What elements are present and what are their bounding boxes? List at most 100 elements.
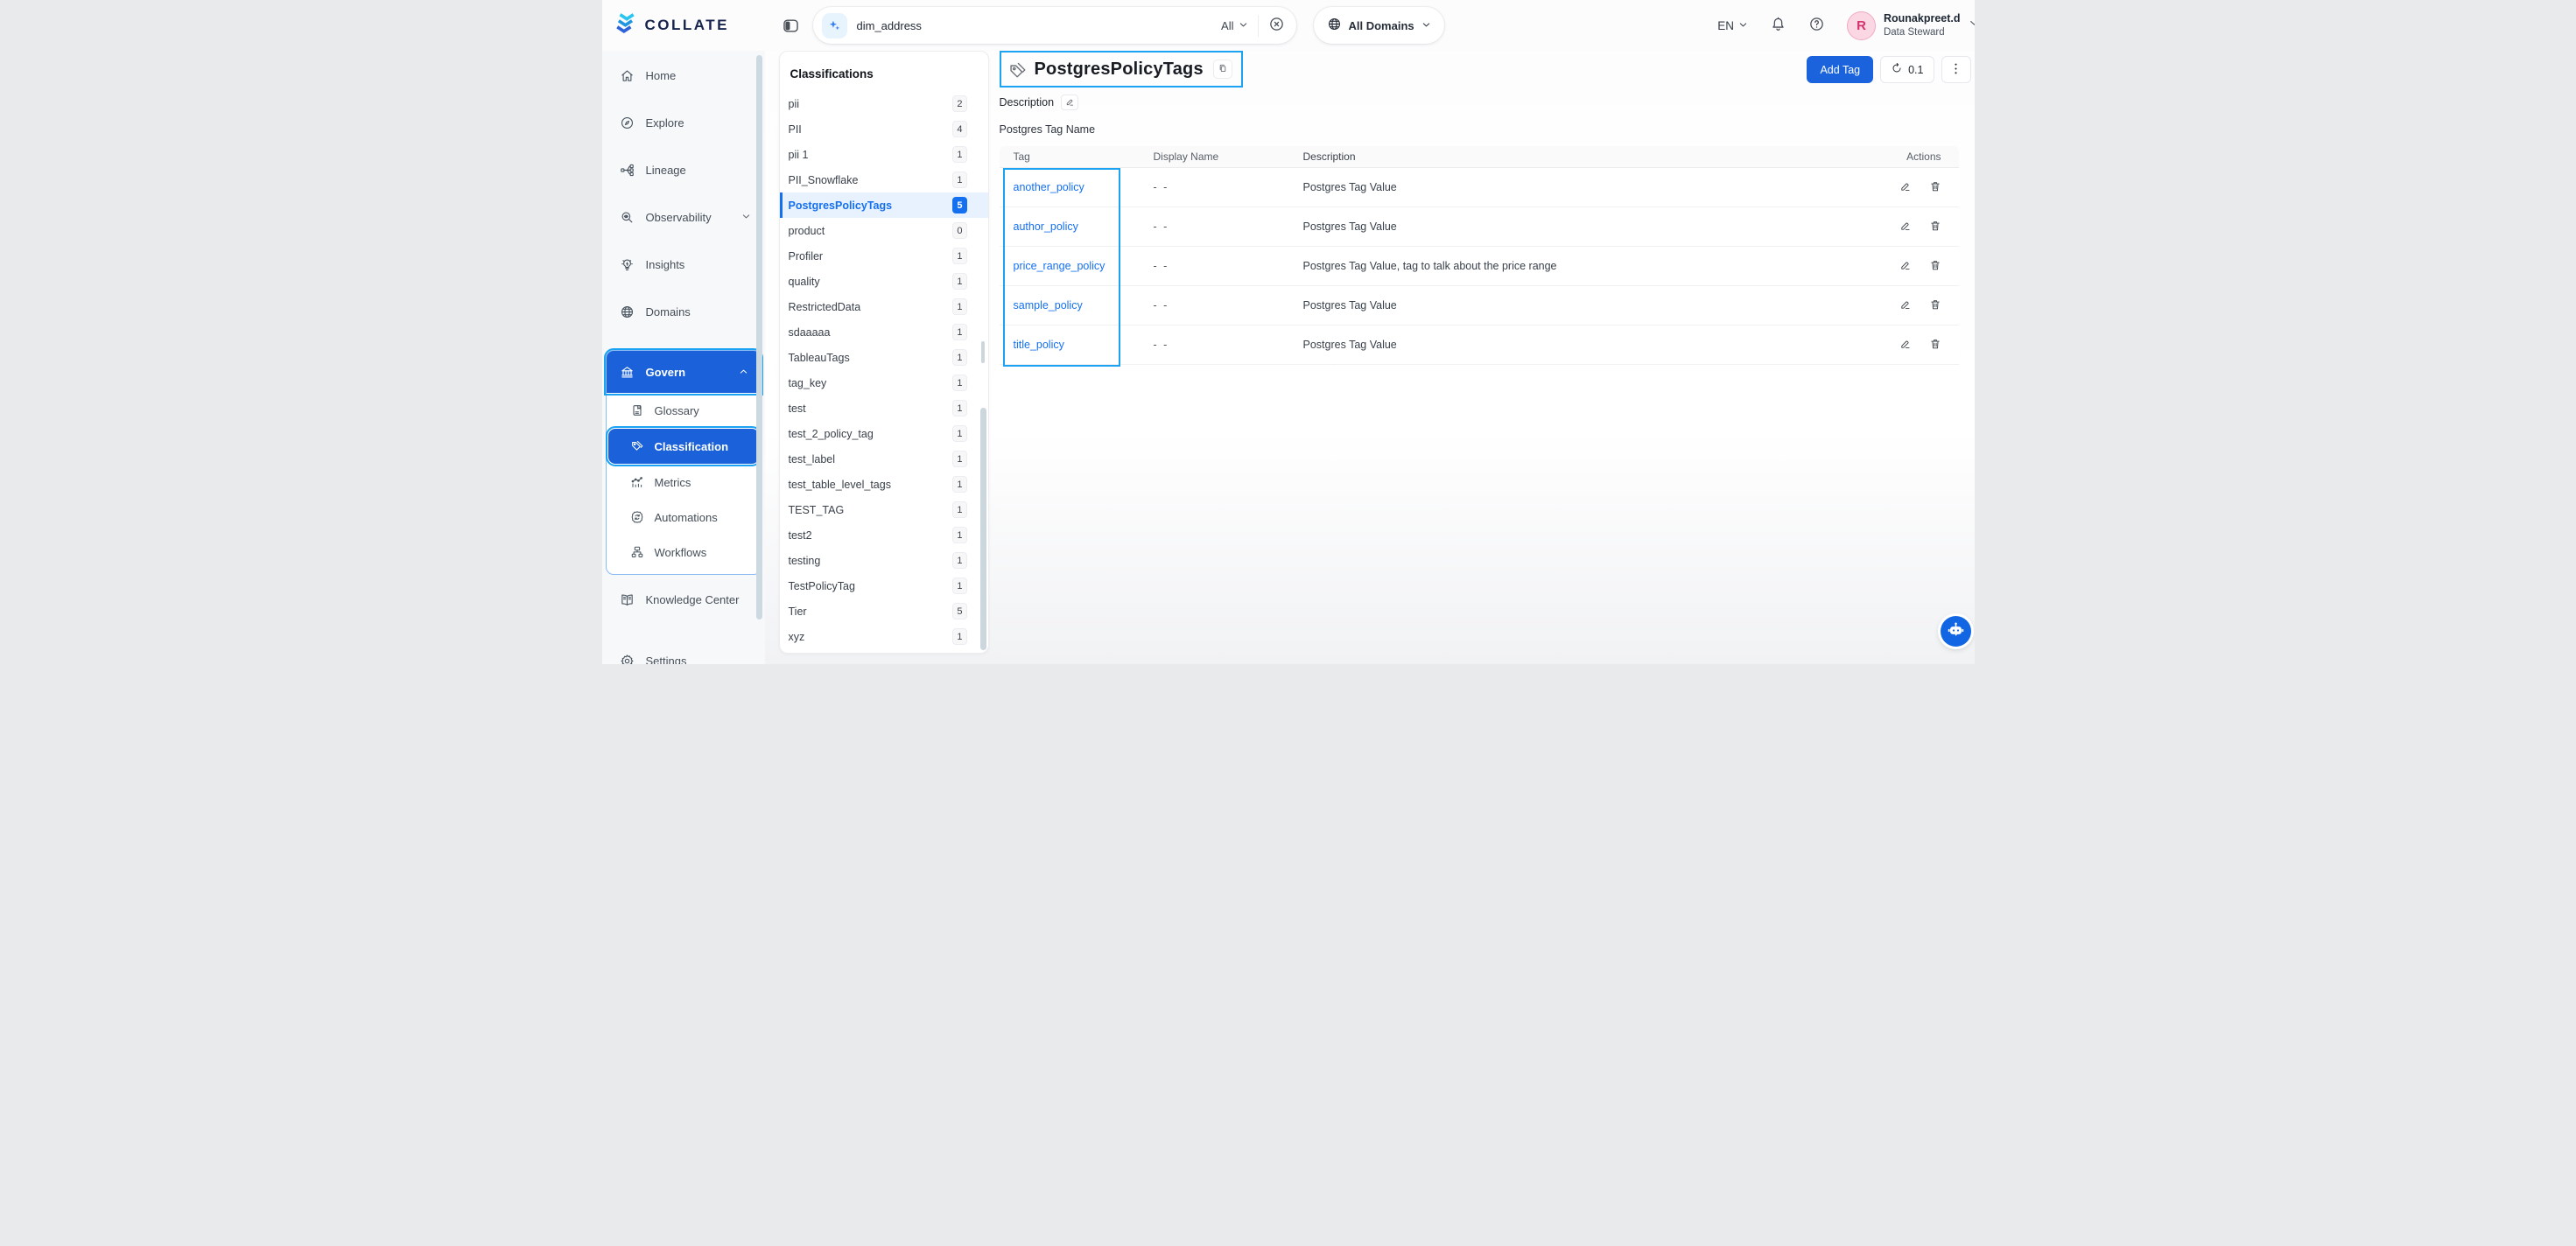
sidebar-scrollbar[interactable] (756, 55, 762, 620)
chevron-down-icon (741, 211, 751, 224)
classification-list-item[interactable]: tag_key1 (780, 370, 988, 396)
x-circle-icon (1268, 16, 1285, 35)
sidebar-item-lineage[interactable]: Lineage (602, 158, 765, 182)
delete-tag-button[interactable] (1929, 338, 1941, 353)
sidebar-item-metrics[interactable]: Metrics (607, 465, 761, 500)
edit-icon (1065, 96, 1075, 109)
user-menu[interactable]: R Rounakpreet.d Data Steward (1847, 11, 1975, 40)
display-name-value: - - (1154, 299, 1169, 312)
display-name-value: - - (1154, 260, 1169, 272)
tag-link[interactable]: sample_policy (1014, 299, 1083, 312)
classification-count-badge: 1 (952, 451, 966, 467)
domains-filter-dropdown[interactable]: All Domains (1314, 7, 1444, 44)
sidebar-item-label: Domains (646, 305, 691, 318)
sidebar-item-automations[interactable]: Automations (607, 500, 761, 535)
question-circle-icon (1808, 16, 1825, 35)
sidebar-item-observability[interactable]: Observability (602, 205, 765, 229)
sidebar-item-home[interactable]: Home (602, 63, 765, 88)
add-tag-button[interactable]: Add Tag (1807, 56, 1873, 83)
classification-list-item[interactable]: test_table_level_tags1 (780, 472, 988, 497)
sidebar-item-knowledge-center[interactable]: Knowledge Center (602, 587, 765, 612)
tag-link[interactable]: another_policy (1014, 181, 1084, 193)
sidebar-toggle-icon[interactable] (783, 18, 799, 34)
search-clear-button[interactable] (1268, 16, 1285, 35)
classification-list-item[interactable]: PostgresPolicyTags5 (780, 192, 988, 218)
classification-list-item[interactable]: RestrictedData1 (780, 294, 988, 319)
classification-list-item[interactable]: test_2_policy_tag1 (780, 421, 988, 446)
tag-link[interactable]: title_policy (1014, 339, 1064, 351)
classification-count-badge: 5 (952, 197, 966, 214)
classification-detail: PostgresPolicyTags Add Tag 0.1 (989, 51, 1975, 664)
classification-list-item[interactable]: test1 (780, 396, 988, 421)
sidebar-item-insights[interactable]: Insights (602, 252, 765, 276)
delete-tag-button[interactable] (1929, 220, 1941, 234)
home-icon (620, 68, 635, 83)
chevron-down-icon (1738, 19, 1748, 32)
classification-list-item[interactable]: PII_Snowflake1 (780, 167, 988, 192)
notifications-button[interactable] (1770, 16, 1786, 35)
sidebar-item-workflows[interactable]: Workflows (607, 535, 761, 570)
classification-count-badge: 4 (952, 121, 966, 137)
search-scope-dropdown[interactable]: All (1221, 19, 1247, 32)
delete-icon (1929, 261, 1941, 274)
sidebar-item-explore[interactable]: Explore (602, 110, 765, 135)
classification-list-item[interactable]: Profiler1 (780, 243, 988, 269)
classification-list-item[interactable]: TEST_TAG1 (780, 497, 988, 522)
classification-name: TableauTags (789, 352, 850, 364)
classification-name: tag_key (789, 377, 827, 389)
version-button[interactable]: 0.1 (1880, 56, 1934, 83)
classification-name: TEST_TAG (789, 504, 845, 516)
delete-tag-button[interactable] (1929, 298, 1941, 313)
tag-link[interactable]: price_range_policy (1014, 260, 1106, 272)
classification-list-item[interactable]: Tier5 (780, 598, 988, 624)
edit-description-button[interactable] (1061, 94, 1078, 110)
display-name-value: - - (1154, 220, 1169, 233)
classification-list-item[interactable]: test_label1 (780, 446, 988, 472)
classification-list-item[interactable]: quality1 (780, 269, 988, 294)
edit-tag-button[interactable] (1899, 180, 1912, 195)
delete-tag-button[interactable] (1929, 180, 1941, 195)
copy-name-button[interactable] (1213, 60, 1232, 79)
sidebar-item-domains[interactable]: Domains (602, 299, 765, 324)
classification-list-item[interactable]: TestPolicyTag1 (780, 573, 988, 598)
chat-assistant-button[interactable] (1941, 616, 1971, 647)
sidebar-item-glossary[interactable]: Glossary (607, 393, 761, 428)
classification-list-item[interactable]: xyz1 (780, 624, 988, 649)
tag-link[interactable]: author_policy (1014, 220, 1078, 233)
language-dropdown[interactable]: EN (1717, 19, 1748, 32)
classification-list-item[interactable]: pii 11 (780, 142, 988, 167)
sidebar-item-govern[interactable]: Govern (607, 351, 761, 393)
classification-name: test_table_level_tags (789, 479, 891, 491)
table-row: sample_policy- -Postgres Tag Value (1000, 286, 1959, 326)
edit-icon (1899, 182, 1912, 195)
topbar: COLLATE All All Domains EN (602, 0, 1975, 51)
delete-icon (1929, 300, 1941, 313)
help-button[interactable] (1808, 16, 1825, 35)
delete-icon (1929, 221, 1941, 234)
edit-tag-button[interactable] (1899, 220, 1912, 234)
search-input[interactable] (857, 19, 1212, 32)
edit-tag-button[interactable] (1899, 259, 1912, 274)
sidebar-item-label: Home (646, 69, 677, 82)
classification-list-item[interactable]: sdaaaaa1 (780, 319, 988, 345)
collate-logo[interactable]: COLLATE (614, 12, 765, 39)
sidebar-item-settings[interactable]: Settings (602, 648, 765, 664)
classification-list-item[interactable]: test21 (780, 522, 988, 548)
sidebar-item-classification[interactable]: Classification (608, 429, 759, 464)
sidebar-item-label: Insights (646, 258, 685, 271)
classification-list-item[interactable]: TableauTags1 (780, 345, 988, 370)
classification-list-item[interactable]: pii2 (780, 91, 988, 116)
edit-tag-button[interactable] (1899, 338, 1912, 353)
classification-list-item[interactable]: product0 (780, 218, 988, 243)
page-title-annotation-box: PostgresPolicyTags (1000, 51, 1243, 88)
sidebar-item-label: Metrics (655, 476, 691, 489)
classifications-scrollbar[interactable] (980, 408, 986, 650)
classification-list-item[interactable]: testing1 (780, 548, 988, 573)
classification-name: RestrictedData (789, 301, 861, 313)
classifications-scrollbar-outer[interactable] (981, 341, 985, 363)
edit-tag-button[interactable] (1899, 298, 1912, 313)
classification-list-item[interactable]: PII4 (780, 116, 988, 142)
delete-tag-button[interactable] (1929, 259, 1941, 274)
manage-menu-button[interactable] (1941, 56, 1971, 83)
sidebar-item-label: Workflows (655, 546, 707, 559)
